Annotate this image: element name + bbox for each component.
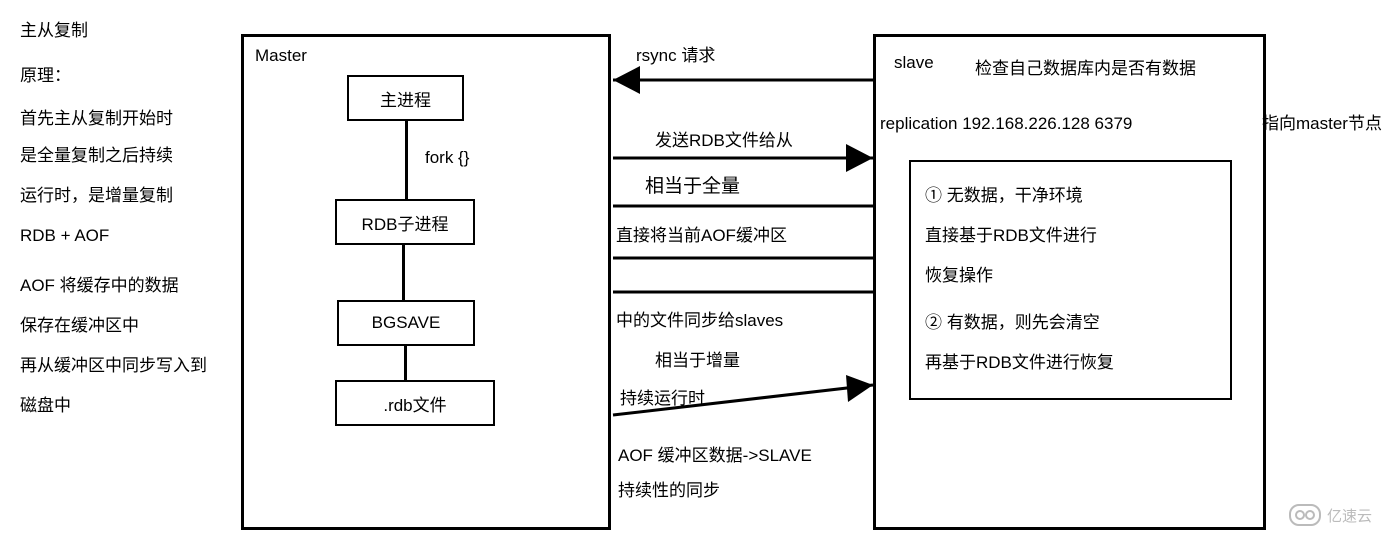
sync-slaves-label: 中的文件同步给slaves [616, 310, 783, 332]
aof-buf-label: 直接将当前AOF缓冲区 [616, 225, 787, 247]
slave-inner-1: ① 无数据，干净环境 [925, 185, 1083, 207]
principle-line-7: 再从缓冲区中同步写入到 [20, 355, 207, 377]
principle-line-2: 是全量复制之后持续 [20, 145, 173, 167]
watermark-text: 亿速云 [1327, 505, 1372, 526]
watermark-icon [1289, 504, 1321, 526]
main-process-box: 主进程 [347, 75, 464, 121]
principle-line-1: 首先主从复制开始时 [20, 108, 173, 130]
master-line-3 [404, 346, 407, 380]
master-line-2 [402, 245, 405, 300]
master-line-1 [405, 121, 408, 199]
main-process-label: 主进程 [380, 86, 431, 111]
slave-inner-2: 直接基于RDB文件进行 [925, 225, 1097, 247]
principle-line-5: AOF 将缓存中的数据 [20, 275, 179, 297]
slave-inner-3: 恢复操作 [925, 265, 993, 287]
slave-check-label: 检查自己数据库内是否有数据 [975, 58, 1196, 80]
title-text: 主从复制 [20, 20, 88, 42]
rdb-file-box: .rdb文件 [335, 380, 495, 426]
fork-label: fork {} [425, 147, 469, 169]
principle-line-6: 保存在缓冲区中 [20, 315, 139, 337]
incremental-label: 相当于增量 [655, 350, 740, 372]
replication-label: replication 192.168.226.128 6379 [880, 113, 1132, 135]
aof-slave-label-2: 持续性的同步 [618, 480, 720, 502]
rsync-label: rsync 请求 [636, 45, 715, 67]
rdb-file-label: .rdb文件 [383, 391, 446, 416]
bgsave-label: BGSAVE [372, 313, 441, 333]
aof-slave-label-1: AOF 缓冲区数据->SLAVE [618, 445, 812, 467]
rdb-process-label: RDB子进程 [362, 210, 449, 235]
slave-inner-4: ② 有数据，则先会清空 [925, 312, 1100, 334]
principle-label: 原理： [20, 65, 71, 87]
send-rdb-label: 发送RDB文件给从 [655, 130, 793, 152]
principle-line-3: 运行时，是增量复制 [20, 185, 173, 207]
rdb-process-box: RDB子进程 [335, 199, 475, 245]
principle-line-8: 磁盘中 [20, 395, 71, 417]
full-label: 相当于全量 [645, 175, 740, 200]
arrow-label: 指向master节点 [1262, 113, 1382, 135]
watermark: 亿速云 [1289, 504, 1372, 526]
slave-inner-5: 再基于RDB文件进行恢复 [925, 352, 1114, 374]
running-label: 持续运行时 [620, 388, 705, 410]
slave-label: slave [894, 52, 934, 74]
master-label: Master [255, 45, 307, 67]
principle-line-4: RDB + AOF [20, 225, 109, 247]
bgsave-box: BGSAVE [337, 300, 475, 346]
